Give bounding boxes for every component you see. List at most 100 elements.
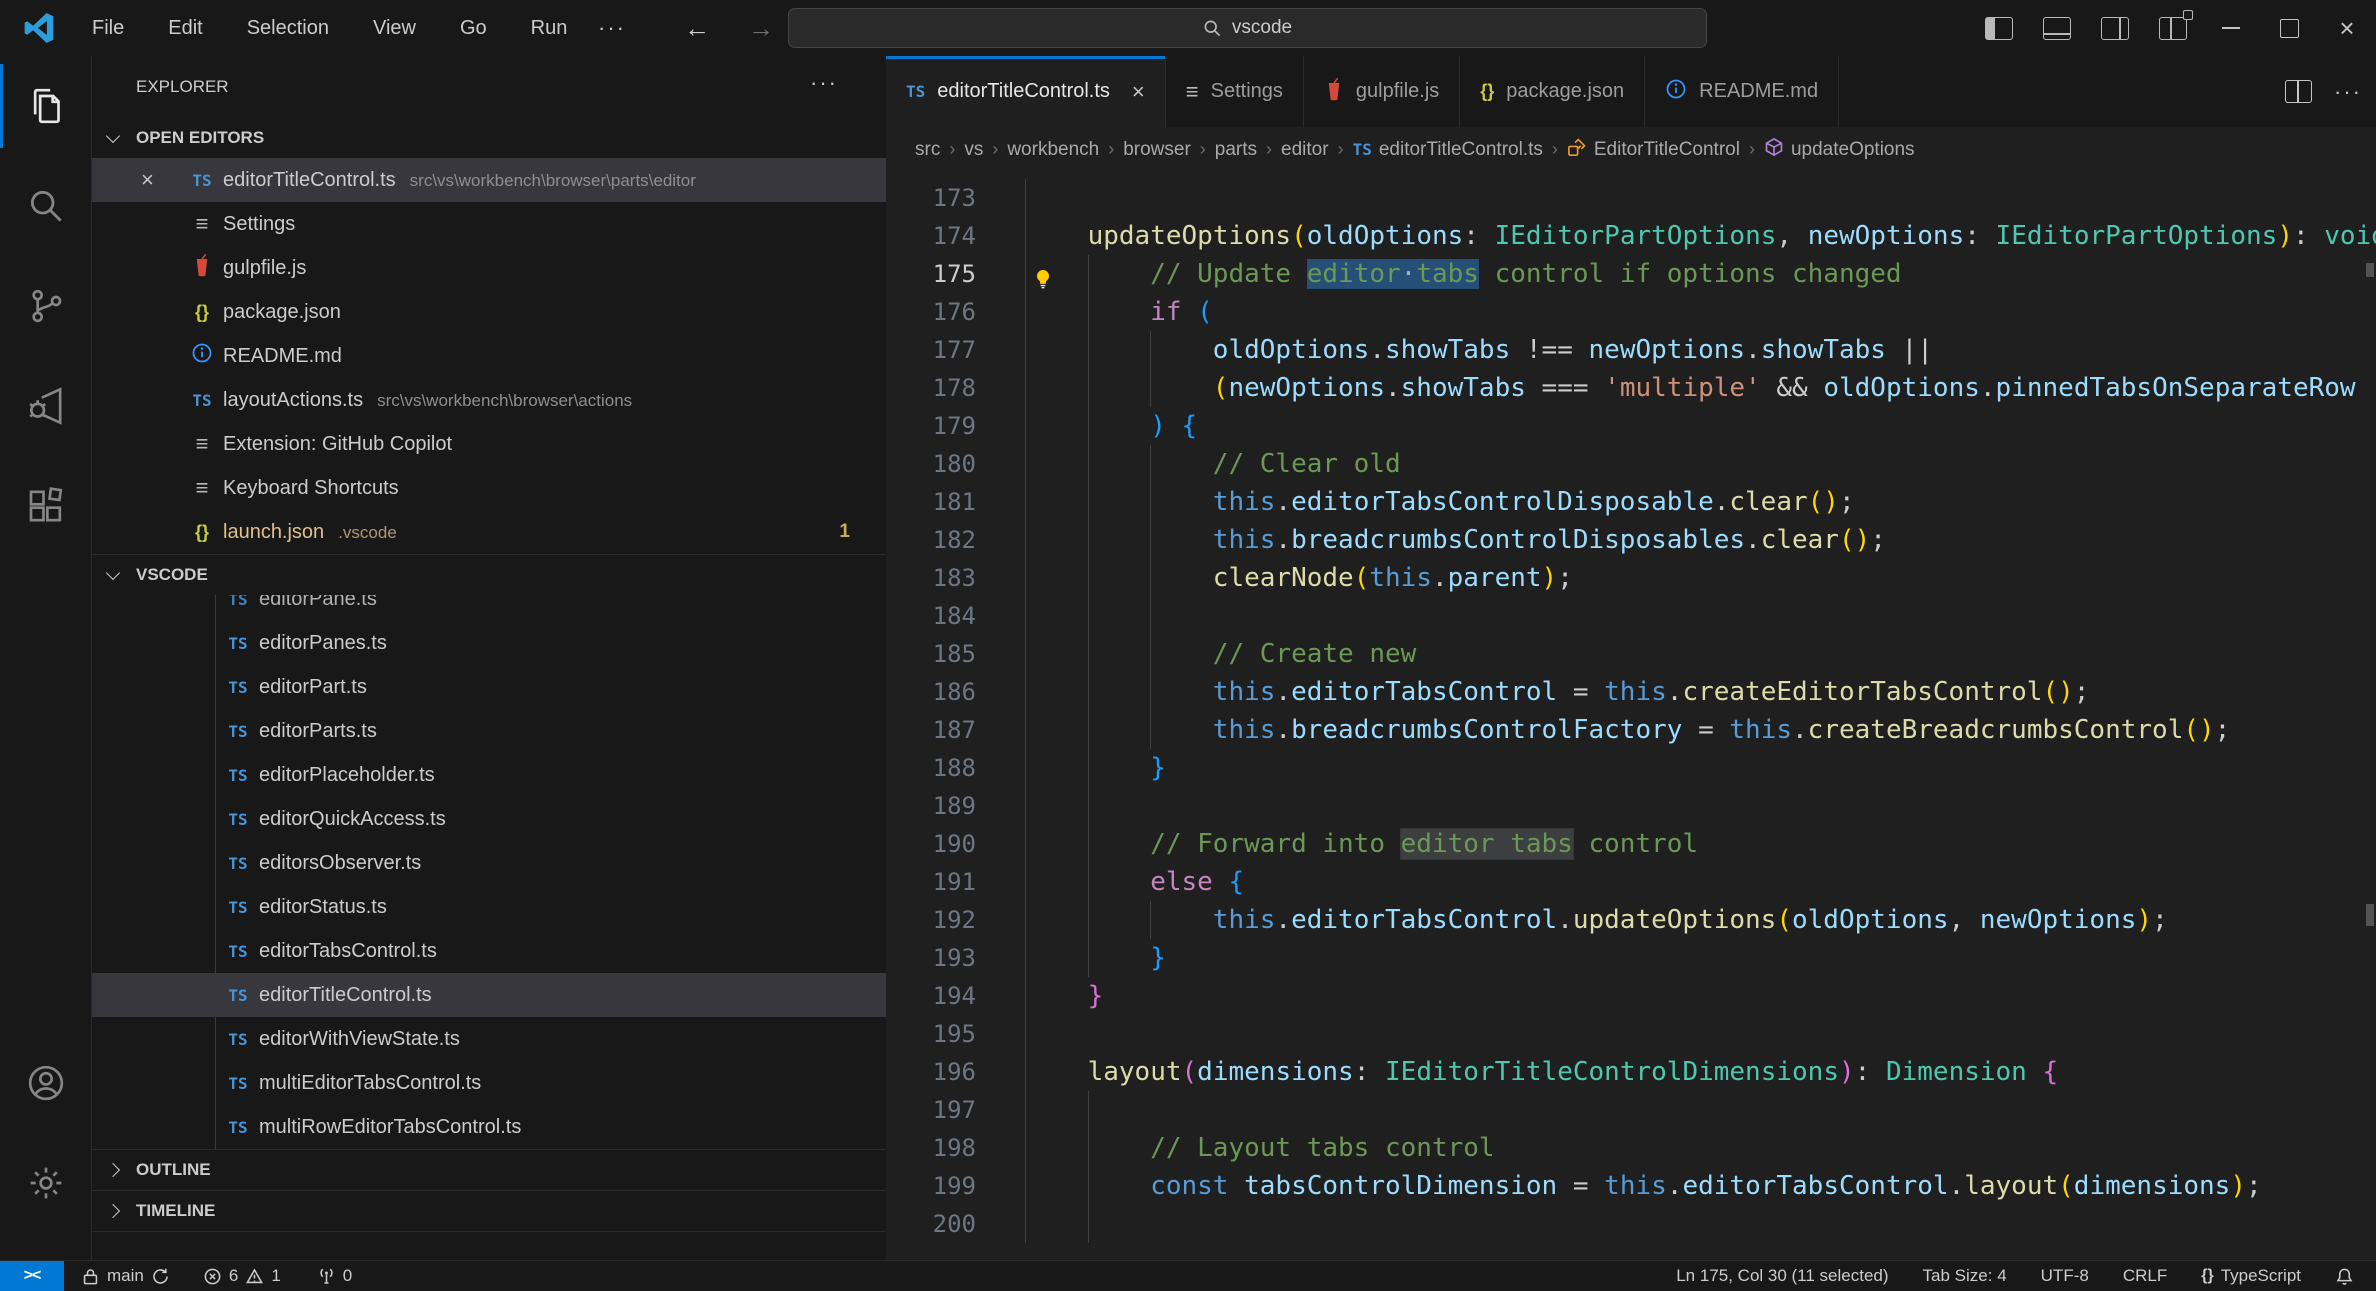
toggle-secondary-sidebar-button[interactable] <box>2086 0 2144 56</box>
code-line-179[interactable]: 179) { <box>886 407 2376 445</box>
line-number[interactable]: 186 <box>886 673 976 711</box>
close-icon[interactable]: × <box>141 167 154 193</box>
breadcrumb-item[interactable]: editor <box>1281 139 1329 161</box>
status-encoding[interactable]: UTF-8 <box>2041 1266 2089 1286</box>
code-editor[interactable]: 173 174 updateOptions(oldOptions: IEditorP… <box>886 172 2376 1261</box>
breadcrumb-item[interactable]: src <box>915 139 940 161</box>
menu-file[interactable]: File <box>92 17 124 40</box>
tab-editorTitleControl.ts[interactable]: TS editorTitleControl.ts × <box>886 56 1166 127</box>
breadcrumb-item[interactable]: workbench <box>1007 139 1099 161</box>
toggle-panel-button[interactable] <box>2028 0 2086 56</box>
line-number[interactable]: 183 <box>886 559 976 597</box>
code-line-200[interactable]: 200 <box>886 1205 2376 1243</box>
tree-item[interactable]: TS editorPane.ts <box>92 595 886 621</box>
line-number[interactable]: 174 <box>886 217 976 255</box>
tree-item[interactable]: TS editorsObserver.ts <box>92 841 886 885</box>
open-editor-item[interactable]: {} launch.json .vscode 1 <box>92 510 886 554</box>
code-line-194[interactable]: 194} <box>886 977 2376 1015</box>
open-editor-item[interactable]: {} package.json <box>92 290 886 334</box>
code-line-197[interactable]: 197 <box>886 1091 2376 1129</box>
line-number[interactable]: 181 <box>886 483 976 521</box>
line-number[interactable]: 175 <box>886 255 976 293</box>
code-line-188[interactable]: 188} <box>886 749 2376 787</box>
line-number[interactable]: 182 <box>886 521 976 559</box>
outline-section-header[interactable]: OUTLINE <box>92 1149 886 1190</box>
timeline-section-header[interactable]: TIMELINE <box>92 1190 886 1232</box>
code-line-174[interactable]: 174 updateOptions(oldOptions: IEditorPart… <box>886 217 2376 255</box>
activity-bar-search[interactable] <box>0 156 91 256</box>
tab-gulpfile.js[interactable]: gulpfile.js <box>1303 56 1461 127</box>
line-number[interactable]: 185 <box>886 635 976 673</box>
line-number[interactable]: 197 <box>886 1091 976 1129</box>
code-line-175[interactable]: 175 // Update editor·tabs control if opti… <box>886 255 2376 293</box>
editor-more-actions-button[interactable]: ··· <box>2334 79 2362 105</box>
workspace-section-header[interactable]: VSCODE <box>92 554 886 595</box>
code-line-182[interactable]: 182 this.breadcrumbsControlDisposables.cl… <box>886 521 2376 559</box>
tree-item[interactable]: TS editorPanes.ts <box>92 621 886 665</box>
tree-item[interactable]: TS editorPlaceholder.ts <box>92 753 886 797</box>
menu-view[interactable]: View <box>373 17 416 40</box>
line-number[interactable]: 173 <box>886 179 976 217</box>
line-number[interactable]: 191 <box>886 863 976 901</box>
tree-item[interactable]: TS editorQuickAccess.ts <box>92 797 886 841</box>
open-editors-section-header[interactable]: OPEN EDITORS <box>92 118 886 158</box>
code-line-198[interactable]: 198 // Layout tabs control <box>886 1129 2376 1167</box>
menu-edit[interactable]: Edit <box>168 17 202 40</box>
line-number[interactable]: 189 <box>886 787 976 825</box>
tree-item[interactable]: TS editorStatus.ts <box>92 885 886 929</box>
toggle-primary-sidebar-button[interactable] <box>1970 0 2028 56</box>
breadcrumb-item[interactable]: browser <box>1123 139 1191 161</box>
line-number[interactable]: 178 <box>886 369 976 407</box>
code-line-173[interactable]: 173 <box>886 179 2376 217</box>
code-line-186[interactable]: 186 this.editorTabsControl = this.createE… <box>886 673 2376 711</box>
line-number[interactable]: 179 <box>886 407 976 445</box>
code-line-177[interactable]: 177 oldOptions.showTabs !== newOptions.sh… <box>886 331 2376 369</box>
menu-run[interactable]: Run <box>531 17 568 40</box>
open-editor-item[interactable]: ≡ Keyboard Shortcuts <box>92 466 886 510</box>
tree-item-partial[interactable]: TS editorPane.ts <box>92 595 886 621</box>
tab-Settings[interactable]: ≡ Settings <box>1165 56 1304 127</box>
line-number[interactable]: 177 <box>886 331 976 369</box>
open-editor-item[interactable]: gulpfile.js <box>92 246 886 290</box>
code-line-183[interactable]: 183 clearNode(this.parent); <box>886 559 2376 597</box>
code-line-185[interactable]: 185 // Create new <box>886 635 2376 673</box>
status-indentation[interactable]: Tab Size: 4 <box>1923 1266 2007 1286</box>
code-line-190[interactable]: 190 // Forward into editor tabs control <box>886 825 2376 863</box>
code-line-195[interactable]: 195 <box>886 1015 2376 1053</box>
open-editor-item[interactable]: ≡ Settings <box>92 202 886 246</box>
status-cursor-position[interactable]: Ln 175, Col 30 (11 selected) <box>1676 1266 1888 1286</box>
customize-layout-button[interactable] <box>2144 0 2202 56</box>
minimize-button[interactable] <box>2202 0 2260 56</box>
open-editor-item[interactable]: × TS editorTitleControl.ts src\vs\workbench… <box>92 158 886 202</box>
ports-status-item[interactable]: 0 <box>317 1266 352 1286</box>
code-line-187[interactable]: 187 this.breadcrumbsControlFactory = this… <box>886 711 2376 749</box>
activity-bar-extensions[interactable] <box>0 456 91 556</box>
code-line-181[interactable]: 181 this.editorTabsControlDisposable.clea… <box>886 483 2376 521</box>
close-icon[interactable]: × <box>1132 79 1145 105</box>
code-line-192[interactable]: 192 this.editorTabsControl.updateOptions(… <box>886 901 2376 939</box>
menu-go[interactable]: Go <box>460 17 487 40</box>
activity-bar-run-and-debug[interactable] <box>0 356 91 456</box>
code-line-184[interactable]: 184 <box>886 597 2376 635</box>
line-number[interactable]: 194 <box>886 977 976 1015</box>
line-number[interactable]: 196 <box>886 1053 976 1091</box>
code-line-189[interactable]: 189 <box>886 787 2376 825</box>
line-number[interactable]: 192 <box>886 901 976 939</box>
line-number[interactable]: 195 <box>886 1015 976 1053</box>
command-center-search[interactable]: vscode <box>788 8 1707 48</box>
activity-bar-manage-gear[interactable] <box>0 1133 91 1233</box>
status-notifications[interactable] <box>2335 1267 2354 1286</box>
breadcrumb-item[interactable]: vs <box>964 139 983 161</box>
maximize-button[interactable] <box>2260 0 2318 56</box>
line-number[interactable]: 199 <box>886 1167 976 1205</box>
code-line-191[interactable]: 191 else { <box>886 863 2376 901</box>
open-editor-item[interactable]: README.md <box>92 334 886 378</box>
tree-item[interactable]: TS editorTabsControl.ts <box>92 929 886 973</box>
code-line-199[interactable]: 199 const tabsControlDimension = this.edi… <box>886 1167 2376 1205</box>
line-number[interactable]: 184 <box>886 597 976 635</box>
tree-item[interactable]: TS editorParts.ts <box>92 709 886 753</box>
tree-item-selected[interactable]: TS editorTitleControl.ts <box>92 973 886 1017</box>
explorer-more-actions-button[interactable]: ··· <box>810 70 838 96</box>
code-line-193[interactable]: 193} <box>886 939 2376 977</box>
code-line-176[interactable]: 176 if ( <box>886 293 2376 331</box>
